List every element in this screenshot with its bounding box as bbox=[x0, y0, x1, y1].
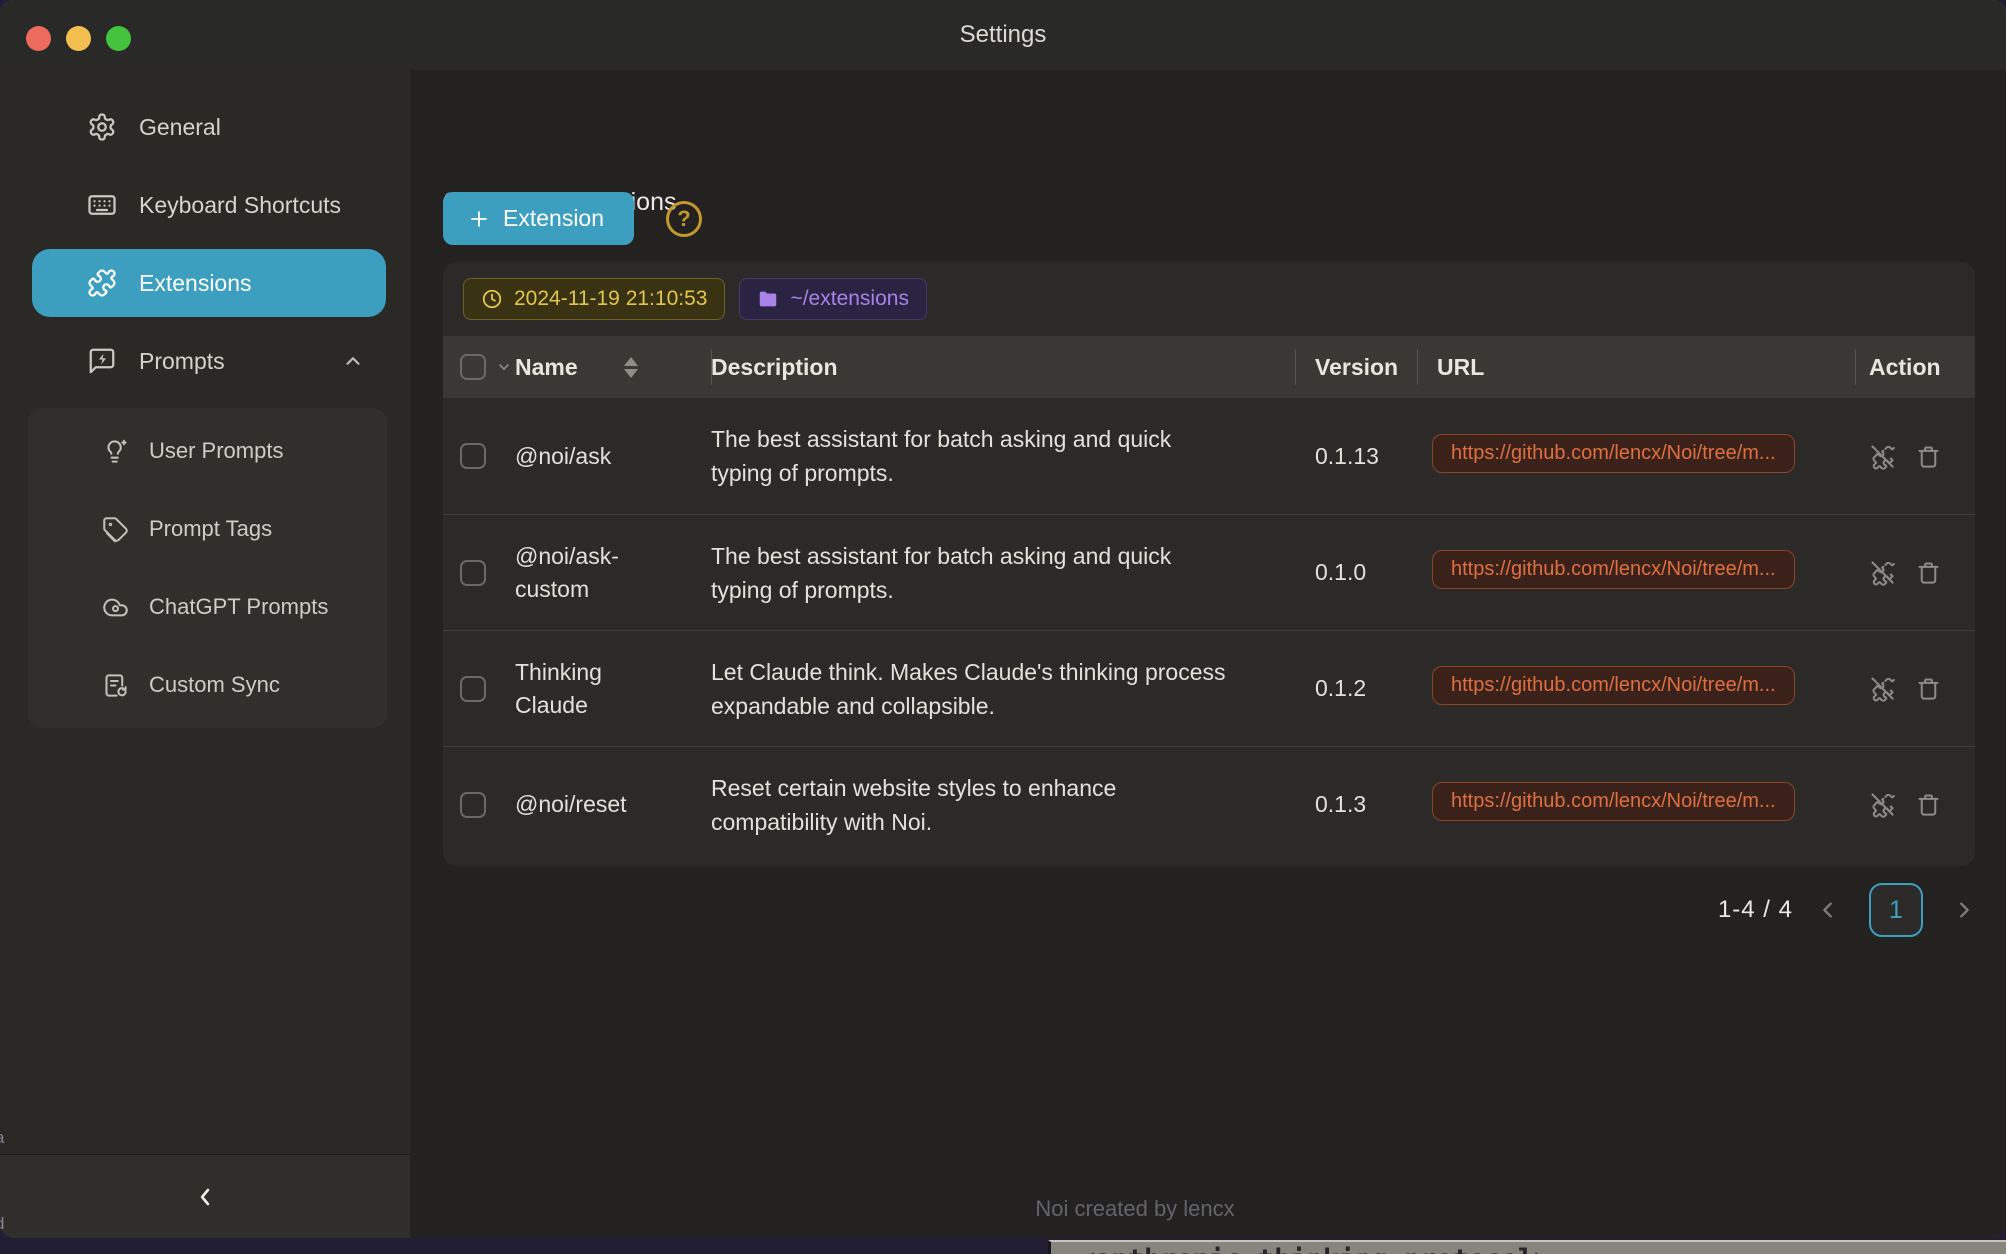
extension-description: The best assistant for batch asking and … bbox=[711, 422, 1271, 490]
column-header-action: Action bbox=[1869, 354, 1941, 381]
delete-extension-icon[interactable] bbox=[1915, 443, 1942, 470]
desktop: a d Settings General bbox=[0, 0, 2006, 1254]
chevron-down-icon[interactable] bbox=[496, 359, 512, 375]
disable-extension-icon[interactable] bbox=[1869, 443, 1896, 470]
row-checkbox[interactable] bbox=[460, 676, 486, 702]
extension-version: 0.1.0 bbox=[1295, 559, 1417, 586]
sidebar-item-label: User Prompts bbox=[149, 438, 283, 464]
sidebar-item-prompt-tags[interactable]: Prompt Tags bbox=[28, 490, 387, 568]
table-header: Name Description Version URL Action bbox=[443, 336, 1975, 398]
titlebar: Settings bbox=[0, 0, 2006, 70]
row-checkbox[interactable] bbox=[460, 560, 486, 586]
file-sync-icon bbox=[102, 672, 129, 699]
extension-version: 0.1.2 bbox=[1295, 675, 1417, 702]
extension-url-link[interactable]: https://github.com/lencx/Noi/tree/m... bbox=[1432, 550, 1795, 589]
delete-extension-icon[interactable] bbox=[1915, 791, 1942, 818]
background-window-fragment: <anthropic_thinking_protocol> bbox=[1048, 1240, 2006, 1254]
row-checkbox[interactable] bbox=[460, 443, 486, 469]
column-header-name: Name bbox=[515, 354, 578, 381]
column-header-description: Description bbox=[711, 354, 838, 381]
footer-credit: Noi created by lencx bbox=[410, 1196, 1860, 1222]
cloud-icon bbox=[102, 594, 129, 621]
meta-badges: 2024-11-19 21:10:53 ~/extensions bbox=[443, 262, 1975, 336]
sidebar-item-user-prompts[interactable]: User Prompts bbox=[28, 412, 387, 490]
extension-url-link[interactable]: https://github.com/lencx/Noi/tree/m... bbox=[1432, 666, 1795, 705]
sidebar-item-keyboard-shortcuts[interactable]: Keyboard Shortcuts bbox=[32, 166, 386, 244]
toolbar: Extension ? bbox=[443, 192, 702, 245]
question-mark-icon: ? bbox=[677, 206, 690, 232]
puzzle-icon bbox=[87, 268, 117, 298]
background-text-fragment: a bbox=[0, 1128, 4, 1148]
background-window-text: <anthropic_thinking_protocol> bbox=[1079, 1244, 2006, 1254]
help-button[interactable]: ? bbox=[666, 201, 702, 237]
sidebar-item-label: Prompts bbox=[139, 348, 225, 375]
delete-extension-icon[interactable] bbox=[1915, 559, 1942, 586]
disable-extension-icon[interactable] bbox=[1869, 791, 1896, 818]
timestamp-value: 2024-11-19 21:10:53 bbox=[514, 287, 707, 311]
extension-description: The best assistant for batch asking and … bbox=[711, 539, 1271, 607]
message-zap-icon bbox=[87, 346, 117, 376]
column-header-version: Version bbox=[1315, 354, 1398, 381]
background-text-fragment: d bbox=[0, 1214, 4, 1234]
table-row: @noi/ask- custom The best assistant for … bbox=[443, 514, 1975, 630]
collapse-sidebar-button[interactable] bbox=[191, 1183, 219, 1211]
tags-icon bbox=[102, 516, 129, 543]
folder-icon bbox=[757, 288, 779, 310]
chevron-up-icon[interactable] bbox=[342, 350, 364, 372]
extension-description: Let Claude think. Makes Claude's thinkin… bbox=[711, 655, 1271, 723]
sidebar-item-extensions[interactable]: Extensions bbox=[32, 249, 386, 317]
page-number-button[interactable]: 1 bbox=[1869, 883, 1923, 937]
sidebar-item-label: ChatGPT Prompts bbox=[149, 594, 328, 620]
disable-extension-icon[interactable] bbox=[1869, 559, 1896, 586]
keyboard-icon bbox=[87, 190, 117, 220]
directory-value: ~/extensions bbox=[790, 287, 909, 311]
extension-name: @noi/reset bbox=[515, 788, 711, 821]
sidebar-item-prompts[interactable]: Prompts bbox=[32, 322, 386, 400]
settings-window: Settings General Keyboard Shortcuts bbox=[0, 0, 2006, 1238]
clock-icon bbox=[481, 288, 503, 310]
select-all-checkbox[interactable] bbox=[460, 354, 486, 380]
sidebar-item-label: Keyboard Shortcuts bbox=[139, 192, 341, 219]
pagination: 1-4 / 4 1 bbox=[1718, 882, 1975, 938]
sidebar: General Keyboard Shortcuts Extensions bbox=[0, 70, 410, 1238]
extension-description: Reset certain website styles to enhance … bbox=[711, 771, 1271, 839]
sidebar-item-custom-sync[interactable]: Custom Sync bbox=[28, 646, 387, 724]
delete-extension-icon[interactable] bbox=[1915, 675, 1942, 702]
extension-version: 0.1.3 bbox=[1295, 791, 1417, 818]
table-row: @noi/ask The best assistant for batch as… bbox=[443, 398, 1975, 514]
row-checkbox[interactable] bbox=[460, 792, 486, 818]
gear-icon bbox=[87, 112, 117, 142]
main-content: Settings / Extensions Extension ? bbox=[410, 70, 2006, 1238]
sidebar-item-label: Extensions bbox=[139, 270, 252, 297]
add-extension-label: Extension bbox=[503, 205, 604, 232]
table-row: @noi/reset Reset certain website styles … bbox=[443, 746, 1975, 862]
sidebar-item-chatgpt-prompts[interactable]: ChatGPT Prompts bbox=[28, 568, 387, 646]
previous-page-icon[interactable] bbox=[1817, 899, 1839, 921]
timestamp-badge: 2024-11-19 21:10:53 bbox=[463, 278, 725, 320]
pagination-range: 1-4 / 4 bbox=[1718, 896, 1793, 924]
extension-version: 0.1.13 bbox=[1295, 443, 1417, 470]
sidebar-item-label: General bbox=[139, 114, 221, 141]
extensions-panel: 2024-11-19 21:10:53 ~/extensions bbox=[443, 262, 1975, 866]
add-extension-button[interactable]: Extension bbox=[443, 192, 634, 245]
extension-url-link[interactable]: https://github.com/lencx/Noi/tree/m... bbox=[1432, 434, 1795, 473]
extension-name: @noi/ask- custom bbox=[515, 540, 711, 606]
plus-icon bbox=[467, 207, 491, 231]
sidebar-footer bbox=[0, 1154, 410, 1238]
prompts-submenu: User Prompts Prompt Tags ChatGPT Prompts bbox=[28, 408, 387, 728]
extension-name: @noi/ask bbox=[515, 440, 711, 473]
sort-name-button[interactable] bbox=[624, 357, 638, 378]
extension-name: Thinking Claude bbox=[515, 656, 711, 722]
column-header-url: URL bbox=[1437, 354, 1484, 381]
disable-extension-icon[interactable] bbox=[1869, 675, 1896, 702]
sidebar-item-label: Custom Sync bbox=[149, 672, 280, 698]
sidebar-item-label: Prompt Tags bbox=[149, 516, 272, 542]
lightbulb-sparkle-icon bbox=[102, 438, 129, 465]
extension-url-link[interactable]: https://github.com/lencx/Noi/tree/m... bbox=[1432, 782, 1795, 821]
table-row: Thinking Claude Let Claude think. Makes … bbox=[443, 630, 1975, 746]
extensions-directory-badge[interactable]: ~/extensions bbox=[739, 278, 927, 320]
window-title: Settings bbox=[0, 0, 2006, 70]
sidebar-item-general[interactable]: General bbox=[32, 88, 386, 166]
next-page-icon[interactable] bbox=[1953, 899, 1975, 921]
